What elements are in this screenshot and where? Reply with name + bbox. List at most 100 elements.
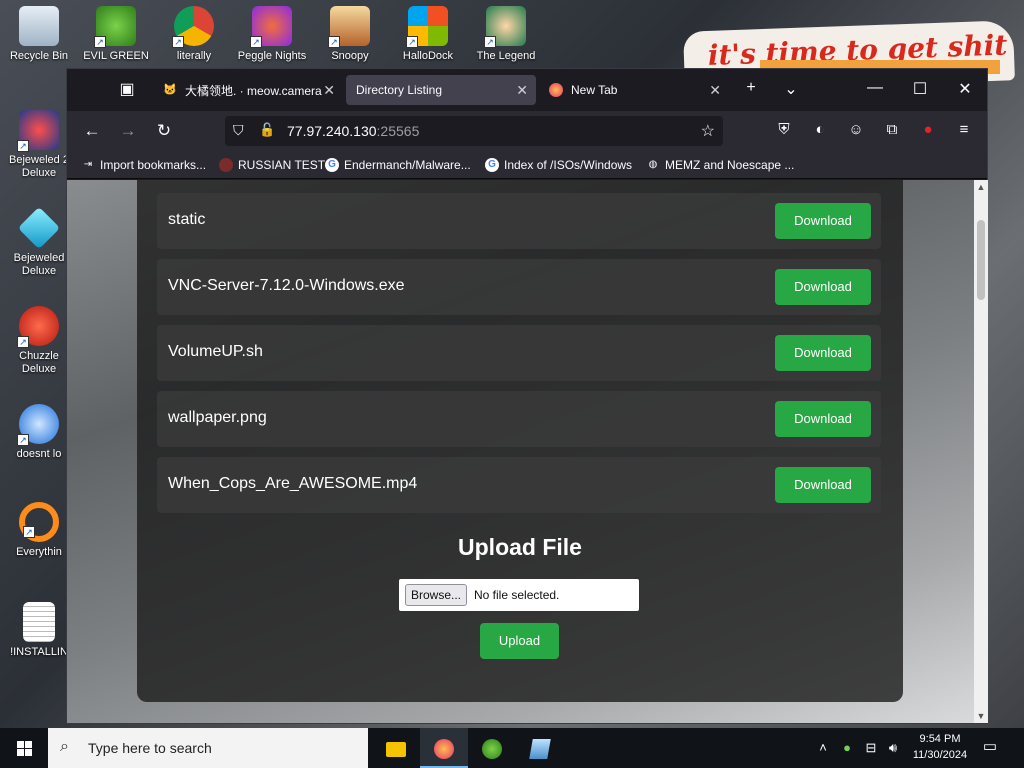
- page-scrollbar[interactable]: ▲ ▼: [974, 180, 988, 723]
- browse-button[interactable]: Browse...: [405, 584, 468, 606]
- desktop-icon-doesnt-lo[interactable]: ↗ doesnt lo: [4, 404, 74, 461]
- download-button[interactable]: Download: [775, 467, 871, 503]
- contrast-icon[interactable]: ◐: [809, 121, 831, 143]
- close-tab-icon[interactable]: ✕: [323, 82, 335, 99]
- directory-panel: static Download VNC-Server-7.12.0-Window…: [137, 180, 903, 702]
- green-people-taskbar-icon[interactable]: [468, 728, 516, 768]
- tray-people-icon[interactable]: ●: [838, 728, 856, 768]
- windows-logo-pane: [25, 741, 32, 748]
- desktop-icon-chuzzle[interactable]: ↗ Chuzzle Deluxe: [4, 306, 74, 376]
- tab-new-tab[interactable]: New Tab ✕: [539, 75, 729, 105]
- extensions-icon[interactable]: ⧉: [881, 121, 903, 143]
- volume-icon[interactable]: 🔊︎: [884, 728, 902, 768]
- file-input[interactable]: Browse... No file selected.: [398, 578, 640, 612]
- desktop-icon-label: Chuzzle Deluxe: [19, 350, 59, 375]
- url-bar[interactable]: ⛉ 🔓 77.97.240.130:25565 ☆: [225, 116, 723, 146]
- back-icon[interactable]: ←: [81, 121, 103, 143]
- tab-bar: ▣ 🐱 大橘领地. · meow.camera ✕ Directory List…: [67, 69, 987, 111]
- tab-label: 大橘领地. · meow.camera: [185, 83, 322, 98]
- url-text[interactable]: 77.97.240.130:25565: [287, 123, 419, 139]
- everything-search-icon: ↗: [19, 502, 59, 542]
- bookmark-import[interactable]: ⇥ Import bookmarks...: [81, 158, 206, 172]
- minimize-icon[interactable]: —: [863, 79, 887, 101]
- file-row: static Download: [157, 193, 881, 249]
- taskbar-search[interactable]: ⌕ Type here to search: [48, 728, 368, 768]
- desktop-icon-label: HalloDock: [402, 50, 454, 62]
- upload-button[interactable]: Upload: [480, 623, 559, 659]
- download-button[interactable]: Download: [775, 335, 871, 371]
- pocket-icon[interactable]: ⛨: [773, 121, 795, 143]
- account-icon[interactable]: ☺: [845, 121, 867, 143]
- shield-icon[interactable]: ⛉: [233, 122, 244, 139]
- tab-meow-camera[interactable]: 🐱 大橘领地. · meow.camera ✕: [153, 75, 343, 105]
- file-name: VolumeUP.sh: [168, 343, 263, 360]
- desktop-icon-peggle[interactable]: ↗ Peggle Nights: [237, 6, 307, 63]
- firefox-taskbar-icon[interactable]: [420, 728, 468, 768]
- ublock-icon[interactable]: ●: [917, 121, 939, 143]
- desktop-icon-bejeweled-2[interactable]: ↗ Bejeweled 2 Deluxe: [4, 110, 74, 180]
- desktop-icon-hallodock[interactable]: ↗ HalloDock: [393, 6, 463, 63]
- tab-directory-listing[interactable]: Directory Listing ✕: [346, 75, 536, 105]
- file-explorer-icon[interactable]: [372, 728, 420, 768]
- bookmark-isos[interactable]: G Index of /ISOs/Windows: [485, 158, 632, 172]
- bookmark-russian-test[interactable]: RUSSIAN TEST: [219, 158, 325, 172]
- forward-icon[interactable]: →: [117, 121, 139, 143]
- google-icon: G: [485, 158, 499, 172]
- app-taskbar-icon[interactable]: [516, 728, 564, 768]
- download-button[interactable]: Download: [775, 269, 871, 305]
- bookmark-label: Import bookmarks...: [100, 158, 207, 172]
- close-tab-icon[interactable]: ✕: [516, 82, 528, 99]
- scroll-thumb[interactable]: [977, 220, 985, 300]
- network-icon[interactable]: ⊟: [862, 728, 880, 768]
- desktop-icon-recycle-bin[interactable]: Recycle Bin: [4, 6, 74, 63]
- taskbar-clock[interactable]: 9:54 PM 11/30/2024: [908, 731, 972, 763]
- close-tab-icon[interactable]: ✕: [709, 82, 721, 99]
- desktop-icon-label: doesnt lo: [16, 448, 62, 460]
- new-tab-icon[interactable]: +: [739, 79, 763, 101]
- squid-icon: [219, 158, 233, 172]
- desktop-icon-bejeweled[interactable]: Bejeweled Deluxe: [4, 206, 74, 278]
- desktop-icon-label: literally: [176, 50, 212, 62]
- tab-list-icon[interactable]: ▣: [115, 79, 139, 101]
- scroll-up-icon[interactable]: ▲: [974, 180, 988, 194]
- desktop-icon-label: EVIL GREEN: [83, 50, 149, 62]
- windows-logo-pane: [25, 749, 32, 756]
- text-file-icon: [23, 602, 55, 642]
- download-button[interactable]: Download: [775, 203, 871, 239]
- bookmark-memz[interactable]: ◍ MEMZ and Noescape ...: [646, 158, 795, 172]
- taskbar: ⌕ Type here to search ˄ ● ⊟ 🔊︎ 9:54 PM 1…: [0, 728, 1024, 768]
- chevron-down-icon[interactable]: ⌄: [779, 79, 803, 101]
- desktop-icon-everything[interactable]: ↗ Everythin: [4, 502, 74, 559]
- desktop-icon-the-legend[interactable]: ↗ The Legend: [471, 6, 541, 63]
- bookmark-star-icon[interactable]: ☆: [701, 121, 715, 141]
- desktop-icon-literally[interactable]: ↗ literally: [159, 6, 229, 63]
- bookmark-label: RUSSIAN TEST: [238, 158, 326, 172]
- maximize-icon[interactable]: ☐: [908, 79, 932, 101]
- desktop-icon-snoopy[interactable]: ↗ Snoopy: [315, 6, 385, 63]
- file-row: wallpaper.png Download: [157, 391, 881, 447]
- reload-icon[interactable]: ↻: [153, 121, 175, 143]
- tray-chevron-up-icon[interactable]: ˄: [814, 728, 832, 768]
- clock-time: 9:54 PM: [919, 733, 961, 745]
- notification-icon[interactable]: ▭: [978, 737, 1002, 759]
- bookmark-endermanch[interactable]: G Endermanch/Malware...: [325, 158, 471, 172]
- desktop-icon-label: Snoopy: [331, 50, 369, 62]
- desktop-icon-label: !INSTALLIN: [10, 646, 68, 658]
- globe-icon: ◍: [648, 159, 658, 170]
- close-window-icon[interactable]: ✕: [953, 79, 977, 101]
- insecure-lock-icon[interactable]: 🔓: [259, 122, 275, 138]
- bookmark-label: Index of /ISOs/Windows: [504, 158, 633, 172]
- nav-bar: ← → ↻ ⛉ 🔓 77.97.240.130:25565 ☆ ⛨ ◐ ☺ ⧉ …: [67, 111, 987, 151]
- file-name: VNC-Server-7.12.0-Windows.exe: [168, 277, 405, 294]
- desktop-icon-evil-green[interactable]: ↗ EVIL GREEN: [81, 6, 151, 63]
- scroll-down-icon[interactable]: ▼: [974, 709, 988, 723]
- file-name: static: [168, 211, 206, 228]
- menu-icon[interactable]: ≡: [953, 121, 975, 143]
- windows-logo-pane: [17, 749, 24, 756]
- peggle-icon: ↗: [250, 6, 292, 48]
- download-button[interactable]: Download: [775, 401, 871, 437]
- start-button[interactable]: [0, 728, 48, 768]
- google-icon: G: [325, 158, 339, 172]
- bejeweled-2-icon: ↗: [17, 110, 59, 152]
- desktop-icon-installing[interactable]: !INSTALLIN: [4, 602, 74, 659]
